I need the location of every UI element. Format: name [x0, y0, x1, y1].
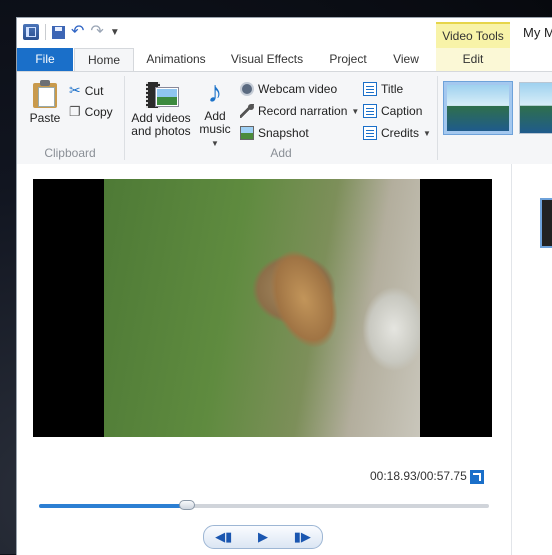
- theme-thumbnail-selected[interactable]: [443, 81, 513, 135]
- title-label: Title: [381, 82, 404, 96]
- tab-edit[interactable]: Edit: [436, 48, 510, 71]
- tab-view[interactable]: View: [383, 48, 429, 71]
- next-frame-icon: ▮▶: [293, 529, 311, 544]
- microphone-icon: [240, 104, 254, 118]
- clipboard-group: Paste ✂ Cut ❐ Copy Clipboard: [17, 72, 123, 164]
- storyboard-clip[interactable]: [540, 198, 552, 248]
- add-photos-label: and photos: [131, 124, 191, 138]
- cut-button[interactable]: ✂ Cut: [69, 82, 103, 99]
- ribbon-tabs: File Home Animations Visual Effects Proj…: [17, 48, 552, 72]
- add-music-button[interactable]: ♪ Add music ▼: [195, 78, 235, 150]
- add-videos-photos-button[interactable]: Add videos and photos: [129, 80, 193, 138]
- music-note-icon: ♪: [207, 76, 223, 109]
- paste-label: Paste: [29, 111, 61, 125]
- next-frame-button[interactable]: ▮▶: [287, 527, 317, 547]
- seek-bar-thumb[interactable]: [178, 500, 195, 510]
- tab-home[interactable]: Home: [74, 48, 134, 72]
- cut-label: Cut: [84, 83, 104, 98]
- title-button[interactable]: Title: [363, 82, 403, 96]
- snapshot-button[interactable]: Snapshot: [240, 126, 309, 140]
- main-content: 00:18.93/00:57.75 ◀▮ ▶ ▮▶: [17, 164, 552, 555]
- add-music-label: music: [199, 122, 231, 136]
- app-icon[interactable]: [23, 24, 39, 40]
- copy-icon: ❐: [69, 104, 81, 119]
- undo-icon[interactable]: ↶: [71, 24, 84, 40]
- current-time: 00:18.93: [370, 469, 417, 483]
- snapshot-label: Snapshot: [258, 126, 309, 140]
- title-icon: [363, 82, 377, 96]
- paste-button[interactable]: Paste: [25, 80, 65, 125]
- add-group: Add videos and photos ♪ Add music ▼ Webc…: [125, 72, 437, 164]
- record-narration-button[interactable]: Record narration ▼: [240, 104, 359, 118]
- previous-frame-button[interactable]: ◀▮: [209, 527, 239, 547]
- qat-separator: [45, 24, 46, 40]
- automovie-themes-gallery: [437, 72, 552, 164]
- play-button[interactable]: ▶: [248, 527, 278, 547]
- chevron-down-icon: ▼: [351, 106, 360, 116]
- narration-label: Record narration: [258, 104, 348, 118]
- chevron-down-icon: ▼: [423, 128, 431, 138]
- video-frame: [104, 179, 420, 437]
- copy-label: Copy: [84, 105, 113, 119]
- storyboard-pane[interactable]: [511, 164, 552, 555]
- ribbon: Paste ✂ Cut ❐ Copy Clipboard Add videos …: [17, 71, 552, 165]
- fullscreen-icon[interactable]: [470, 470, 484, 484]
- credits-icon: [363, 126, 377, 140]
- contextual-tab-group-label: Video Tools: [436, 22, 510, 50]
- quick-access-toolbar: ↶ ↷ ▼: [23, 24, 120, 40]
- tab-file[interactable]: File: [17, 48, 73, 71]
- window-title: My M: [523, 25, 552, 40]
- save-icon[interactable]: [52, 25, 65, 39]
- webcam-label: Webcam video: [258, 82, 338, 96]
- credits-button[interactable]: Credits ▼: [363, 126, 431, 140]
- theme-thumbnail[interactable]: [519, 82, 552, 134]
- paste-icon: [33, 80, 57, 108]
- play-icon: ▶: [257, 529, 268, 544]
- add-group-label: Add: [270, 146, 292, 160]
- redo-icon[interactable]: ↷: [90, 24, 103, 40]
- caption-button[interactable]: Caption: [363, 104, 422, 118]
- snapshot-icon: [240, 126, 254, 140]
- total-time: 00:57.75: [420, 469, 467, 483]
- previous-frame-icon: ◀▮: [215, 529, 233, 544]
- webcam-video-button[interactable]: Webcam video: [240, 82, 337, 96]
- tab-animations[interactable]: Animations: [139, 48, 213, 71]
- copy-button[interactable]: ❐ Copy: [69, 104, 113, 120]
- playback-controls: ◀▮ ▶ ▮▶: [203, 525, 323, 549]
- scissors-icon: ✂: [69, 82, 81, 98]
- tab-project[interactable]: Project: [321, 48, 375, 71]
- time-readout: 00:18.93/00:57.75: [370, 469, 467, 483]
- tab-visual-effects[interactable]: Visual Effects: [223, 48, 311, 71]
- preview-monitor[interactable]: [33, 179, 492, 437]
- seek-bar[interactable]: [39, 500, 489, 510]
- movie-maker-window: ↶ ↷ ▼ Video Tools My M File Home Animati…: [16, 17, 552, 555]
- credits-label: Credits: [381, 126, 420, 140]
- webcam-icon: [240, 82, 254, 96]
- caption-icon: [363, 104, 377, 118]
- customize-qat-icon[interactable]: ▼: [110, 27, 120, 38]
- caption-label: Caption: [381, 104, 423, 118]
- title-bar: ↶ ↷ ▼ Video Tools My M: [17, 18, 552, 50]
- clipboard-group-label: Clipboard: [44, 146, 96, 160]
- add-video-icon: [146, 80, 178, 108]
- seek-bar-progress: [39, 504, 187, 508]
